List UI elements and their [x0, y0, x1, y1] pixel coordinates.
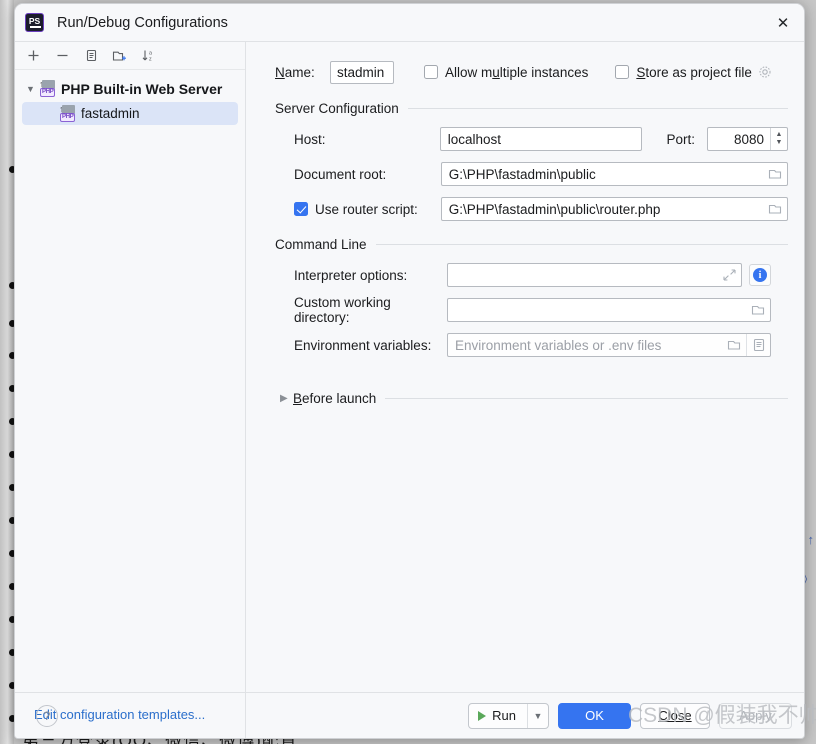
server-configuration-title: Server Configuration — [275, 101, 399, 116]
custom-working-directory-row: Custom working directory: — [275, 295, 788, 325]
run-button-group[interactable]: Run ▼ — [468, 702, 549, 729]
document-root-input[interactable] — [441, 166, 763, 182]
dialog-body: a z ▼ ↑PHP PHP Built-in Web Server — [15, 42, 804, 738]
custom-working-directory-field[interactable] — [447, 298, 771, 322]
environment-variables-row: Environment variables: — [275, 333, 788, 357]
name-input[interactable] — [330, 60, 394, 84]
before-launch-label: Before launch — [293, 391, 377, 406]
name-row: Name: Allow multiple instances Store as … — [275, 59, 788, 85]
use-router-script-checkbox[interactable]: Use router script: — [275, 202, 441, 217]
host-label: Host: — [294, 131, 326, 147]
configuration-tree: ▼ ↑PHP PHP Built-in Web Server ↑PHP fast… — [15, 72, 245, 693]
browse-folder-icon[interactable] — [746, 299, 770, 321]
copy-button[interactable] — [82, 47, 100, 65]
section-divider — [385, 398, 788, 399]
interpreter-options-label: Interpreter options: — [294, 267, 408, 283]
browse-folder-icon[interactable] — [722, 334, 746, 356]
store-as-project-file-label: Store as project file — [636, 64, 752, 80]
info-icon: i — [753, 268, 767, 282]
command-line-section-header: Command Line — [275, 237, 788, 252]
stepper-up-icon: ▲ — [775, 131, 783, 138]
apply-button: Apply — [719, 702, 792, 729]
new-folder-icon[interactable] — [111, 47, 129, 65]
run-debug-configurations-dialog: PS Run/Debug Configurations ✕ a z ▼ PHP … — [14, 3, 805, 739]
command-line-title: Command Line — [275, 237, 367, 252]
run-button-label: Run — [492, 708, 516, 723]
store-as-project-file-checkbox[interactable]: Store as project file — [615, 65, 772, 80]
tree-group-php-built-in-web-server[interactable]: ▼ ↑PHP PHP Built-in Web Server — [15, 76, 245, 101]
allow-multiple-instances-box[interactable] — [424, 65, 438, 79]
configuration-form: Name: Allow multiple instances Store as … — [247, 42, 804, 738]
environment-variables-field[interactable] — [447, 333, 771, 357]
configurations-toolbar: a z — [15, 42, 245, 69]
expand-editor-icon[interactable] — [717, 264, 741, 286]
interpreter-options-info-button[interactable]: i — [749, 264, 771, 286]
document-root-label: Document root: — [294, 166, 387, 182]
custom-working-directory-label: Custom working directory: — [294, 295, 391, 325]
allow-multiple-instances-label: Allow multiple instances — [445, 64, 589, 80]
router-script-field[interactable] — [440, 197, 788, 221]
document-root-field[interactable] — [440, 162, 788, 186]
environment-variables-label: Environment variables: — [294, 337, 432, 353]
tree-item-label: fastadmin — [81, 106, 140, 121]
configurations-pane: a z ▼ ↑PHP PHP Built-in Web Server — [15, 42, 246, 738]
dialog-titlebar: PS Run/Debug Configurations ✕ — [15, 4, 804, 41]
use-router-script-box[interactable] — [294, 202, 308, 216]
tree-group-label: PHP Built-in Web Server — [61, 80, 223, 97]
port-input[interactable] — [708, 128, 770, 150]
dialog-title: Run/Debug Configurations — [57, 14, 228, 31]
interpreter-options-row: Interpreter options: i — [275, 263, 788, 287]
gear-icon[interactable] — [758, 65, 772, 79]
phpstorm-ps-icon: PS — [25, 13, 44, 32]
php-server-icon: ↑PHP — [38, 80, 57, 97]
cancel-button[interactable]: Close — [640, 702, 710, 729]
add-button[interactable] — [24, 47, 42, 65]
interpreter-options-field[interactable] — [447, 263, 742, 287]
section-divider — [407, 108, 788, 109]
tree-item-fastadmin[interactable]: ↑PHP fastadmin — [22, 102, 238, 125]
toolbar-divider — [15, 69, 245, 70]
help-button[interactable]: ? — [36, 704, 58, 727]
env-file-list-icon[interactable] — [746, 334, 770, 356]
sort-alphabetically-icon[interactable]: a z — [140, 47, 158, 65]
stepper-down-icon: ▼ — [775, 139, 783, 146]
before-launch-section[interactable]: ▶ Before launch — [275, 391, 788, 406]
chevron-right-icon[interactable]: ▶ — [275, 393, 293, 404]
port-spinner[interactable]: ▲▼ — [707, 127, 788, 151]
custom-working-directory-input[interactable] — [448, 302, 746, 318]
browse-folder-icon[interactable] — [763, 163, 787, 185]
router-script-input[interactable] — [441, 201, 763, 217]
chevron-down-icon[interactable]: ▼ — [23, 84, 38, 94]
close-button-label: Close — [658, 708, 692, 723]
interpreter-options-input[interactable] — [448, 267, 717, 283]
chevron-down-icon[interactable]: ▼ — [527, 703, 548, 728]
store-as-project-file-box[interactable] — [615, 65, 630, 79]
server-configuration-section-header: Server Configuration — [275, 101, 788, 116]
php-config-icon: ↑PHP — [58, 105, 77, 122]
screen: 第三方登录(QQ、微信、微博)配置 ↑ 》 PS Run/Debug Confi… — [0, 0, 816, 744]
host-input[interactable] — [439, 127, 643, 151]
play-icon — [478, 710, 487, 721]
run-button[interactable]: Run — [469, 704, 527, 728]
browse-folder-icon[interactable] — [763, 198, 787, 220]
allow-multiple-instances-checkbox[interactable]: Allow multiple instances — [424, 65, 588, 80]
section-divider — [375, 244, 788, 245]
close-icon[interactable]: ✕ — [772, 12, 794, 34]
environment-variables-input[interactable] — [448, 337, 722, 353]
port-stepper-arrows[interactable]: ▲ ▼ — [770, 128, 787, 150]
port-label: Port: — [666, 131, 695, 147]
ok-button[interactable]: OK — [558, 702, 631, 729]
background-left-strip — [0, 0, 14, 744]
name-label: Name: — [275, 64, 315, 80]
document-root-row: Document root: — [275, 162, 788, 186]
use-router-script-label: Use router script: — [315, 201, 418, 217]
use-router-script-row: Use router script: — [275, 197, 788, 221]
dialog-footer: ? Run ▼ OK Close Apply — [15, 693, 804, 738]
host-row: Host: Port: ▲▼ — [275, 127, 788, 151]
remove-button[interactable] — [53, 47, 71, 65]
svg-text:z: z — [149, 57, 152, 63]
